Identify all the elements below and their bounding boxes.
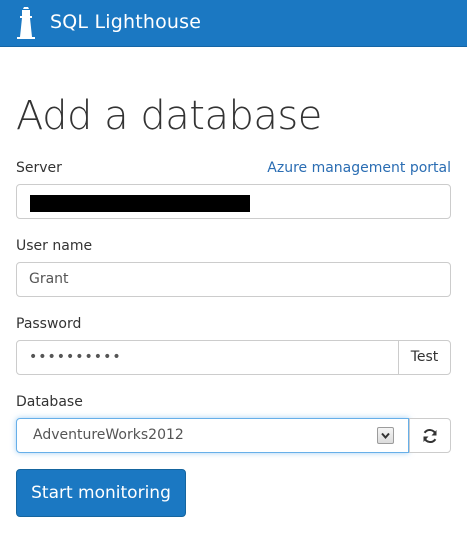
database-select[interactable]: AdventureWorks2012 bbox=[16, 418, 409, 453]
database-label: Database bbox=[16, 394, 83, 410]
app-title: SQL Lighthouse bbox=[50, 11, 202, 33]
server-label: Server bbox=[16, 160, 62, 176]
password-masked-value: •••••••••• bbox=[29, 349, 122, 365]
lighthouse-icon bbox=[17, 7, 35, 39]
user-name-input[interactable]: Grant bbox=[16, 262, 451, 297]
database-selected-value: AdventureWorks2012 bbox=[33, 427, 184, 443]
refresh-databases-button[interactable] bbox=[409, 418, 451, 453]
server-input[interactable] bbox=[16, 184, 451, 219]
start-monitoring-button[interactable]: Start monitoring bbox=[16, 469, 186, 517]
redaction-block bbox=[30, 195, 250, 212]
user-name-label: User name bbox=[16, 238, 93, 254]
chevron-down-icon[interactable] bbox=[377, 427, 394, 444]
test-connection-button[interactable]: Test bbox=[398, 340, 451, 375]
user-name-value: Grant bbox=[29, 271, 69, 287]
app-header: SQL Lighthouse bbox=[0, 0, 467, 47]
page-title: Add a database bbox=[16, 93, 322, 139]
refresh-icon bbox=[423, 428, 437, 444]
password-label: Password bbox=[16, 316, 82, 332]
azure-portal-link[interactable]: Azure management portal bbox=[267, 160, 451, 176]
password-input[interactable]: •••••••••• bbox=[16, 340, 399, 375]
